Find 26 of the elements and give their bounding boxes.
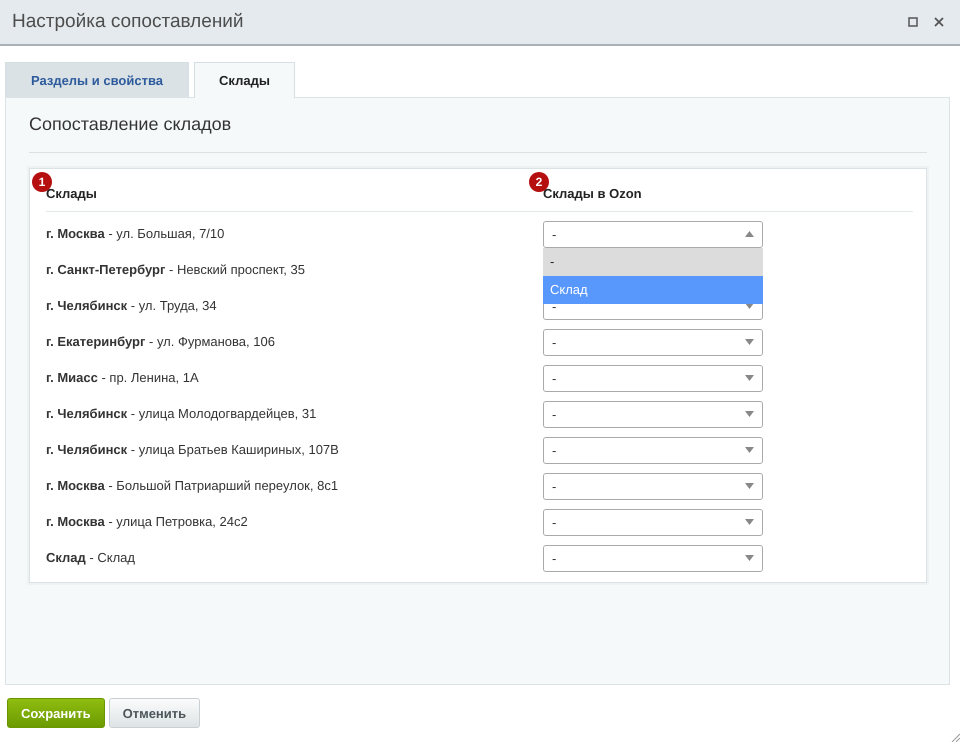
warehouse-label: г. Челябинск - улица Братьев Кашириных, 107В — [46, 442, 339, 457]
warehouse-label: г. Екатеринбург - ул. Фурманова, 106 — [46, 334, 275, 349]
warehouse-label: г. Москва - ул. Большая, 7/10 — [46, 226, 224, 241]
select-field[interactable]: - — [543, 328, 763, 356]
tab[interactable]: Разделы и свойства — [5, 62, 189, 97]
select-field[interactable]: - — [543, 544, 763, 572]
warehouse-label: г. Миасс - пр. Ленина, 1А — [46, 370, 199, 385]
section-title: Сопоставление складов — [29, 113, 232, 136]
resize-grip-icon[interactable] — [950, 732, 960, 742]
maximize-icon[interactable] — [908, 17, 918, 27]
select-field[interactable]: - — [543, 364, 763, 392]
warehouse-label: г. Челябинск - ул. Труда, 34 — [46, 298, 217, 313]
select-field[interactable]: - — [543, 508, 763, 536]
warehouse-label: г. Москва - Большой Патриарший переулок, 8с1 — [46, 478, 338, 493]
select-field[interactable]: - — [543, 400, 763, 428]
select-field[interactable]: - — [543, 472, 763, 500]
close-icon[interactable] — [934, 17, 944, 27]
warehouse-label: г. Москва - улица Петровка, 24с2 — [46, 514, 248, 529]
tab[interactable]: Склады — [194, 62, 295, 98]
select-field[interactable]: - — [543, 436, 763, 464]
window-title: Настройка сопоставлений — [12, 11, 244, 33]
dropdown-option[interactable]: - — [543, 248, 763, 276]
warehouse-label: г. Санкт-Петербург - Невский проспект, 35 — [46, 262, 305, 277]
cancel-button[interactable]: Отменить — [108, 698, 200, 728]
warehouse-label: г. Челябинск - улица Молодогвардейцев, 31 — [46, 406, 316, 421]
warehouse-label: Склад - Склад — [46, 550, 135, 565]
